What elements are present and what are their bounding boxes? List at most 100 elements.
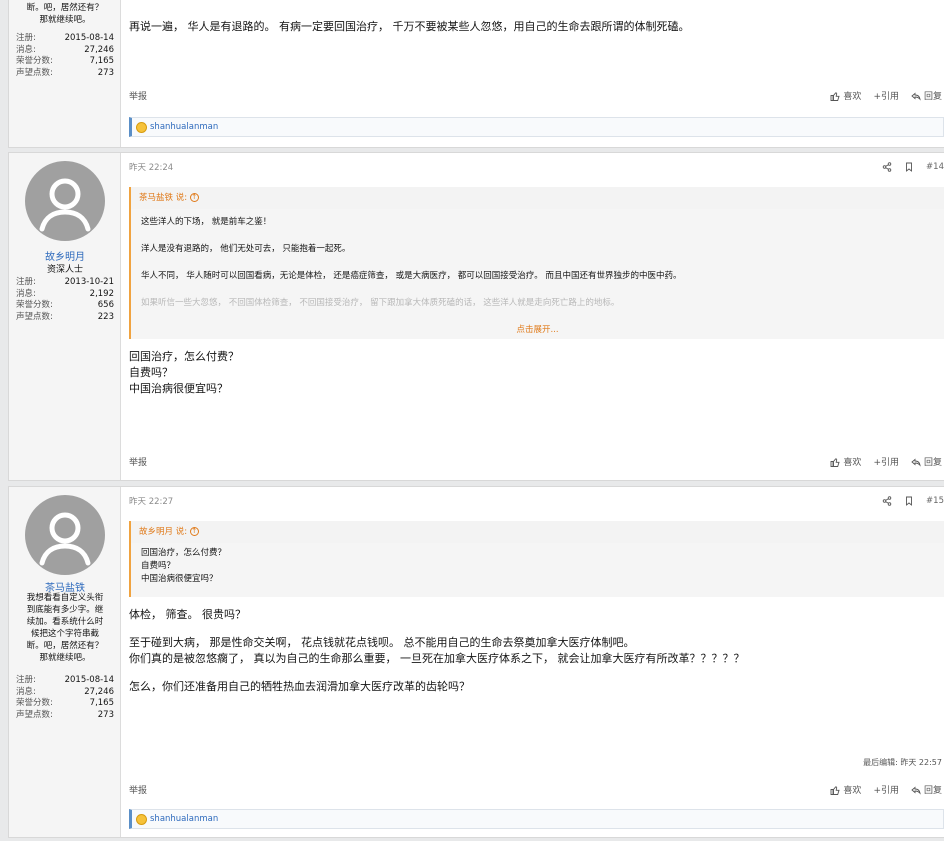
default-avatar-icon xyxy=(39,178,91,232)
arrow-up-circle-icon[interactable]: ↑ xyxy=(189,527,199,536)
stat-messages: 消息: 2,192 xyxy=(16,288,114,299)
quote-button[interactable]: +引用 xyxy=(873,455,899,468)
stat-messages: 消息: 27,246 xyxy=(16,44,114,55)
quote-header[interactable]: 故乡明月 说: ↑ xyxy=(131,521,944,543)
expand-quote-link[interactable]: 点击展开... xyxy=(131,323,944,335)
stat-registered: 注册: 2015-08-14 xyxy=(16,33,114,43)
post-main: 昨天 22:27 #15 故乡明月 说: ↑ 回国治疗，怎么付费？ 自费吗？ 中… xyxy=(121,487,944,837)
quote-line: 中国治病很便宜吗？ xyxy=(141,574,218,584)
user-title: 资深人士 xyxy=(46,265,83,275)
user-banner-line: 断。吧，居然还有？ xyxy=(26,641,104,651)
like-button[interactable]: 喜欢 xyxy=(830,783,861,796)
reaction-user[interactable]: shanhualanman xyxy=(150,122,218,132)
post-body: 体检， 筛查。 很贵吗？ 至于碰到大病， 那是性命交关啊， 花点钱就花点钱呗。 … xyxy=(129,607,932,695)
post-line: 体检， 筛查。 很贵吗？ xyxy=(129,608,246,621)
thumbs-up-icon xyxy=(830,457,841,467)
user-banner-line: 那就继续吧。 xyxy=(39,653,91,663)
stat-honor: 荣誉分数: 7,165 xyxy=(16,56,114,66)
quote-line: 这些洋人的下场， 就是前车之鉴！ xyxy=(141,217,272,227)
stat-messages: 消息: 27,246 xyxy=(16,686,114,697)
post-line: 你们真的是被忽悠瘸了， 真以为自己的生命那么重要， 一旦死在加拿大医疗体系之下，… xyxy=(129,652,745,665)
reply-button[interactable]: 回复 xyxy=(911,89,942,102)
quote-line: 自费吗？ xyxy=(141,561,176,571)
avatar[interactable] xyxy=(25,161,105,241)
stat-reputation: 声望点数: 273 xyxy=(16,709,114,720)
report-link[interactable]: 举报 xyxy=(129,783,147,796)
post-body: 回国治疗，怎么付费？ 自费吗？ 中国治病很便宜吗？ xyxy=(129,349,932,397)
post-number[interactable]: #15 xyxy=(926,496,944,506)
bookmark-icon[interactable] xyxy=(904,496,914,506)
post-header: 昨天 22:27 #15 xyxy=(129,495,944,507)
post-line xyxy=(129,667,932,679)
post-body: 再说一遍， 华人是有退路的。 有病一定要回国治疗， 千万不要被某些人忽悠，用自己… xyxy=(129,20,690,33)
share-icon[interactable] xyxy=(882,496,892,506)
reactions-bar[interactable]: shanhualanman xyxy=(129,117,944,137)
thumbs-up-icon xyxy=(830,785,841,795)
quote-line: 洋人是没有退路的， 他们无处可去， 只能抱着一起死。 xyxy=(141,244,351,254)
report-link[interactable]: 举报 xyxy=(129,89,147,102)
user-banner-line: 断。吧，居然还有？ xyxy=(26,3,104,13)
post-main: 昨天 22:24 #14 茶马盐铁 说: ↑ 这些洋人的下场， 就是前车之鉴！ … xyxy=(121,153,944,480)
reply-icon xyxy=(911,785,921,795)
post-14: 故乡明月 资深人士 注册: 2013-10-21 消息: 2,192 荣誉分数: 65… xyxy=(8,152,944,481)
user-banner: 我想看看自定义头衔 到底能有多少字。继 续加。看系统什么时 候把这个字符串截 断… xyxy=(15,592,115,664)
post-footer: 举报 喜欢 +引用 回复 xyxy=(129,455,942,468)
thumbs-up-icon xyxy=(830,91,841,101)
user-stats: 注册: 2015-08-14 消息: 27,246 荣誉分数: 7,165 声望点数:… xyxy=(16,675,114,721)
post-number[interactable]: #14 xyxy=(926,162,944,172)
reaction-user[interactable]: shanhualanman xyxy=(150,814,218,824)
post-15: 茶马盐铁 我想看看自定义头衔 到底能有多少字。继 续加。看系统什么时 候把这个字… xyxy=(8,486,944,838)
username[interactable]: 故乡明月 xyxy=(9,248,121,263)
quote-line: 华人不同， 华人随时可以回国看病，无论是体检， 还是癌症筛查， 或是大病医疗， … xyxy=(141,271,682,281)
quote-button[interactable]: +引用 xyxy=(873,783,899,796)
post-line: 回国治疗，怎么付费？ xyxy=(129,350,239,363)
post-13: 断。吧，居然还有？ 那就继续吧。 注册: 2015-08-14 消息: 27,246… xyxy=(8,0,944,148)
post-header: 昨天 22:24 #14 xyxy=(129,161,944,173)
stat-honor: 荣誉分数: 7,165 xyxy=(16,698,114,708)
post-time[interactable]: 昨天 22:24 xyxy=(129,161,173,173)
arrow-up-circle-icon[interactable]: ↑ xyxy=(189,193,199,202)
user-info-panel: 断。吧，居然还有？ 那就继续吧。 注册: 2015-08-14 消息: 27,246… xyxy=(9,0,121,147)
post-footer: 举报 喜欢 +引用 回复 xyxy=(129,783,942,796)
quote-line: 回国治疗，怎么付费？ xyxy=(141,548,227,558)
like-button[interactable]: 喜欢 xyxy=(830,455,861,468)
default-avatar-icon xyxy=(39,512,91,566)
reactions-bar[interactable]: shanhualanman xyxy=(129,809,944,829)
quote-block: 故乡明月 说: ↑ 回国治疗，怎么付费？ 自费吗？ 中国治病很便宜吗？ xyxy=(129,521,944,597)
stat-honor: 荣誉分数: 656 xyxy=(16,300,114,310)
user-stats: 注册: 2013-10-21 消息: 2,192 荣誉分数: 656 声望点数: 223 xyxy=(16,277,114,323)
stat-reputation: 声望点数: 223 xyxy=(16,311,114,322)
post-line xyxy=(129,623,932,635)
reply-icon xyxy=(911,457,921,467)
quote-header[interactable]: 茶马盐铁 说: ↑ xyxy=(131,187,944,209)
laugh-emoji-icon xyxy=(136,813,147,825)
reply-button[interactable]: 回复 xyxy=(911,783,942,796)
reply-icon xyxy=(911,91,921,101)
user-info-panel: 茶马盐铁 我想看看自定义头衔 到底能有多少字。继 续加。看系统什么时 候把这个字… xyxy=(9,487,121,837)
user-banner-line: 续加。看系统什么时 xyxy=(26,617,104,627)
quote-body: 回国治疗，怎么付费？ 自费吗？ 中国治病很便宜吗？ xyxy=(131,543,944,586)
post-line: 自费吗？ xyxy=(129,366,173,379)
post-line: 中国治病很便宜吗？ xyxy=(129,382,228,395)
post-line: 至于碰到大病， 那是性命交关啊， 花点钱就花点钱呗。 总不能用自己的生命去祭奠加… xyxy=(129,636,635,649)
like-button[interactable]: 喜欢 xyxy=(830,89,861,102)
quote-block: 茶马盐铁 说: ↑ 这些洋人的下场， 就是前车之鉴！ 洋人是没有退路的， 他们无… xyxy=(129,187,944,339)
user-info-panel: 故乡明月 资深人士 注册: 2013-10-21 消息: 2,192 荣誉分数: 65… xyxy=(9,153,121,480)
bookmark-icon[interactable] xyxy=(904,162,914,172)
quote-line: 如果听信一些大忽悠， 不回国体检筛查， 不回国接受治疗， 留下跟加拿大体质死磕的… xyxy=(141,298,620,308)
share-icon[interactable] xyxy=(882,162,892,172)
stat-registered: 注册: 2013-10-21 xyxy=(16,277,114,287)
post-time[interactable]: 昨天 22:27 xyxy=(129,495,173,507)
reply-button[interactable]: 回复 xyxy=(911,455,942,468)
post-main: 再说一遍， 华人是有退路的。 有病一定要回国治疗， 千万不要被某些人忽悠，用自己… xyxy=(121,0,944,147)
avatar[interactable] xyxy=(25,495,105,575)
laugh-emoji-icon xyxy=(136,121,147,133)
report-link[interactable]: 举报 xyxy=(129,455,147,468)
post-footer: 举报 喜欢 +引用 回复 xyxy=(129,89,942,102)
user-stats: 注册: 2015-08-14 消息: 27,246 荣誉分数: 7,165 声望点数:… xyxy=(16,33,114,79)
user-banner-line: 我想看看自定义头衔 xyxy=(26,593,104,603)
quote-author: 茶马盐铁 说: xyxy=(139,193,188,203)
user-banner-line: 到底能有多少字。继 xyxy=(26,605,104,615)
quote-body: 这些洋人的下场， 就是前车之鉴！ 洋人是没有退路的， 他们无处可去， 只能抱着一… xyxy=(131,209,944,310)
quote-button[interactable]: +引用 xyxy=(873,89,899,102)
